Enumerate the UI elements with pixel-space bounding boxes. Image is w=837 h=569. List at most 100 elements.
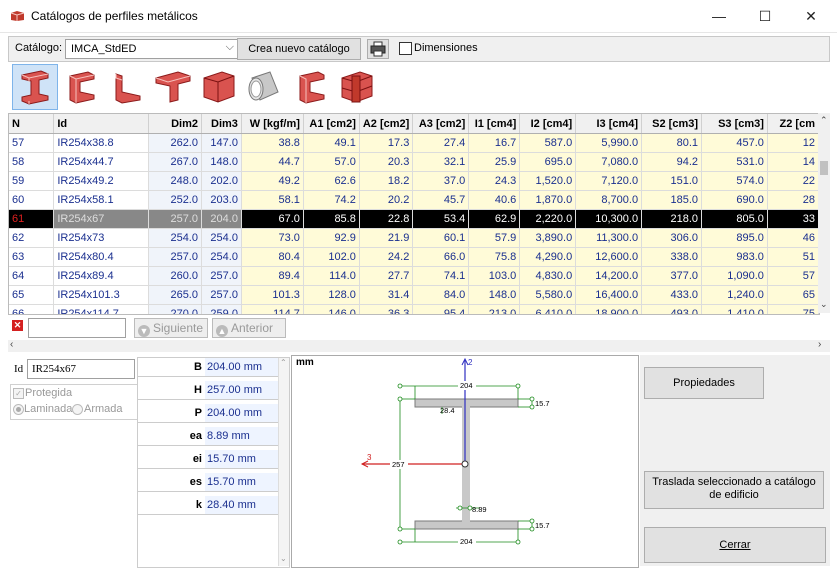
column-header[interactable]: S2 [cm3] <box>641 114 703 134</box>
table-cell: 531.0 <box>701 152 768 172</box>
id-field[interactable]: IR254x67 <box>27 359 135 379</box>
table-cell: 20.2 <box>359 190 414 210</box>
table-row[interactable]: 65 IR254x101.3 265.0 257.0 101.3 128.0 31.4 84.… <box>9 285 819 305</box>
column-header[interactable]: Dim2 <box>148 114 202 134</box>
i-beam-type-button[interactable] <box>12 64 58 110</box>
table-cell: 62 <box>9 228 55 248</box>
table-cell: 151.0 <box>641 171 703 191</box>
table-row[interactable]: 59 IR254x49.2 248.0 202.0 49.2 62.6 18.2 37.0 24… <box>9 171 819 191</box>
column-header[interactable]: N <box>9 114 55 134</box>
table-cell: 94.2 <box>641 152 703 172</box>
dimension-value[interactable]: 257.00 mm <box>205 381 280 399</box>
table-row[interactable]: 58 IR254x44.7 267.0 148.0 44.7 57.0 20.3 32.1 25… <box>9 152 819 172</box>
catalog-select[interactable]: IMCA_StdED ⌵ <box>65 39 239 59</box>
angle-type-button[interactable] <box>104 64 148 108</box>
scroll-right-icon[interactable]: › <box>818 339 821 350</box>
tee-type-button[interactable] <box>150 64 194 108</box>
dimension-row: ea 8.89 mm <box>138 427 280 446</box>
table-cell: 185.0 <box>641 190 703 210</box>
column-header[interactable]: W [kgf/m] <box>241 114 304 134</box>
scroll-left-icon[interactable]: ‹ <box>10 339 13 350</box>
scrollbar-thumb[interactable] <box>820 161 828 175</box>
next-button[interactable]: ▼ Siguiente <box>134 318 208 338</box>
table-row[interactable]: 66 IR254x114.7 270.0 259.0 114.7 146.0 36.3 95.… <box>9 304 819 314</box>
table-cell: 2,220.0 <box>519 209 577 229</box>
column-header[interactable]: I2 [cm4] <box>519 114 577 134</box>
table-cell: 114.7 <box>241 304 304 314</box>
box-type-button[interactable] <box>196 64 240 108</box>
print-button[interactable] <box>367 39 389 59</box>
double-channel-type-button[interactable] <box>288 64 332 108</box>
column-header[interactable]: A3 [cm2] <box>412 114 470 134</box>
dimension-row: H 257.00 mm <box>138 381 280 400</box>
dimension-value[interactable]: 8.89 mm <box>205 427 280 445</box>
table-cell: 92.9 <box>303 228 360 248</box>
table-cell: 51 <box>767 247 819 267</box>
properties-button[interactable]: Propiedades <box>644 367 764 399</box>
column-header[interactable]: S3 [cm3] <box>701 114 768 134</box>
dimensions-checkbox[interactable] <box>399 42 412 55</box>
profiles-table: N Id Dim2 Dim3 W [kgf/m] A1 [cm2] A2 [cm2] A3 [… <box>8 113 820 315</box>
rolled-radio[interactable] <box>13 404 24 415</box>
table-cell: 95.4 <box>412 304 470 314</box>
catalog-value: IMCA_StdED <box>71 43 137 55</box>
scroll-down-icon[interactable]: ⌄ <box>820 299 828 310</box>
dimension-value[interactable]: 15.70 mm <box>205 473 280 491</box>
column-header[interactable]: A2 [cm2] <box>359 114 414 134</box>
column-header[interactable]: I3 [cm4] <box>575 114 643 134</box>
dimension-value[interactable]: 204.00 mm <box>205 358 280 376</box>
table-cell: 57.9 <box>468 228 521 248</box>
dimension-value[interactable]: 28.40 mm <box>205 496 280 514</box>
table-cell: IR254x38.8 <box>53 133 150 153</box>
scroll-down-icon[interactable]: ⌄ <box>280 554 287 563</box>
dimensions-scrollbar[interactable]: ⌃ ⌄ <box>278 358 289 566</box>
previous-button[interactable]: ▲ Anterior <box>212 318 286 338</box>
table-cell: 202.0 <box>201 171 242 191</box>
column-header[interactable]: I1 [cm4] <box>468 114 521 134</box>
table-row[interactable]: 64 IR254x89.4 260.0 257.0 89.4 114.0 27.7 74.1 1… <box>9 266 819 286</box>
column-header[interactable]: A1 [cm2] <box>303 114 360 134</box>
table-cell: 24.2 <box>359 247 414 267</box>
table-cell: 260.0 <box>148 266 202 286</box>
new-catalog-button[interactable]: Crea nuevo catálogo <box>237 38 361 60</box>
column-header[interactable]: Dim3 <box>201 114 242 134</box>
table-row[interactable]: 63 IR254x80.4 257.0 254.0 80.4 102.0 24.2 66.0 7… <box>9 247 819 267</box>
id-value: IR254x67 <box>32 363 76 375</box>
table-cell: 44.7 <box>241 152 304 172</box>
table-row[interactable]: 57 IR254x38.8 262.0 147.0 38.8 49.1 17.3 27.4 16… <box>9 133 819 153</box>
close-window-button[interactable]: ✕ <box>788 0 834 32</box>
built-radio[interactable] <box>72 404 83 415</box>
pipe-type-button[interactable] <box>242 64 286 108</box>
protected-checkbox[interactable]: ✓ <box>13 388 24 399</box>
built-up-type-button[interactable] <box>334 64 378 108</box>
table-cell: 265.0 <box>148 285 202 305</box>
dimension-row: es 15.70 mm <box>138 473 280 492</box>
close-button[interactable]: Cerrar <box>644 527 826 563</box>
table-horizontal-scrollbar[interactable]: ‹ › <box>8 339 830 352</box>
column-header[interactable]: Id <box>53 114 150 134</box>
scroll-up-icon[interactable]: ⌃ <box>280 358 287 367</box>
column-header[interactable]: Z2 [cm <box>767 114 819 134</box>
table-vertical-scrollbar[interactable]: ⌃ ⌄ <box>818 113 830 313</box>
table-row[interactable]: 62 IR254x73 254.0 254.0 73.0 92.9 21.9 60.1 57.9… <box>9 228 819 248</box>
table-row[interactable]: 60 IR254x58.1 252.0 203.0 58.1 74.2 20.2 45.7 40… <box>9 190 819 210</box>
table-cell: 257.0 <box>201 285 242 305</box>
table-cell: 57 <box>767 266 819 286</box>
dimension-value[interactable]: 15.70 mm <box>205 450 280 468</box>
table-cell: IR254x101.3 <box>53 285 150 305</box>
channel-type-button[interactable] <box>58 64 102 108</box>
move-to-building-catalog-button[interactable]: Traslada seleccionado a catálogo de edif… <box>644 471 824 509</box>
table-row[interactable]: 61 IR254x67 257.0 204.0 67.0 85.8 22.8 53.4 62.9… <box>9 209 819 229</box>
table-cell: 493.0 <box>641 304 703 314</box>
table-cell: 146.0 <box>303 304 360 314</box>
table-cell: 62.9 <box>468 209 521 229</box>
search-input[interactable] <box>28 318 126 338</box>
minimize-button[interactable]: — <box>696 0 742 32</box>
table-cell: 213.0 <box>468 304 521 314</box>
table-cell: 61 <box>9 209 55 229</box>
dimension-value[interactable]: 204.00 mm <box>205 404 280 422</box>
scroll-up-icon[interactable]: ⌃ <box>820 115 828 126</box>
maximize-button[interactable]: ☐ <box>742 0 788 32</box>
clear-search-icon[interactable]: ✕ <box>12 320 23 331</box>
table-cell: 25.9 <box>468 152 521 172</box>
